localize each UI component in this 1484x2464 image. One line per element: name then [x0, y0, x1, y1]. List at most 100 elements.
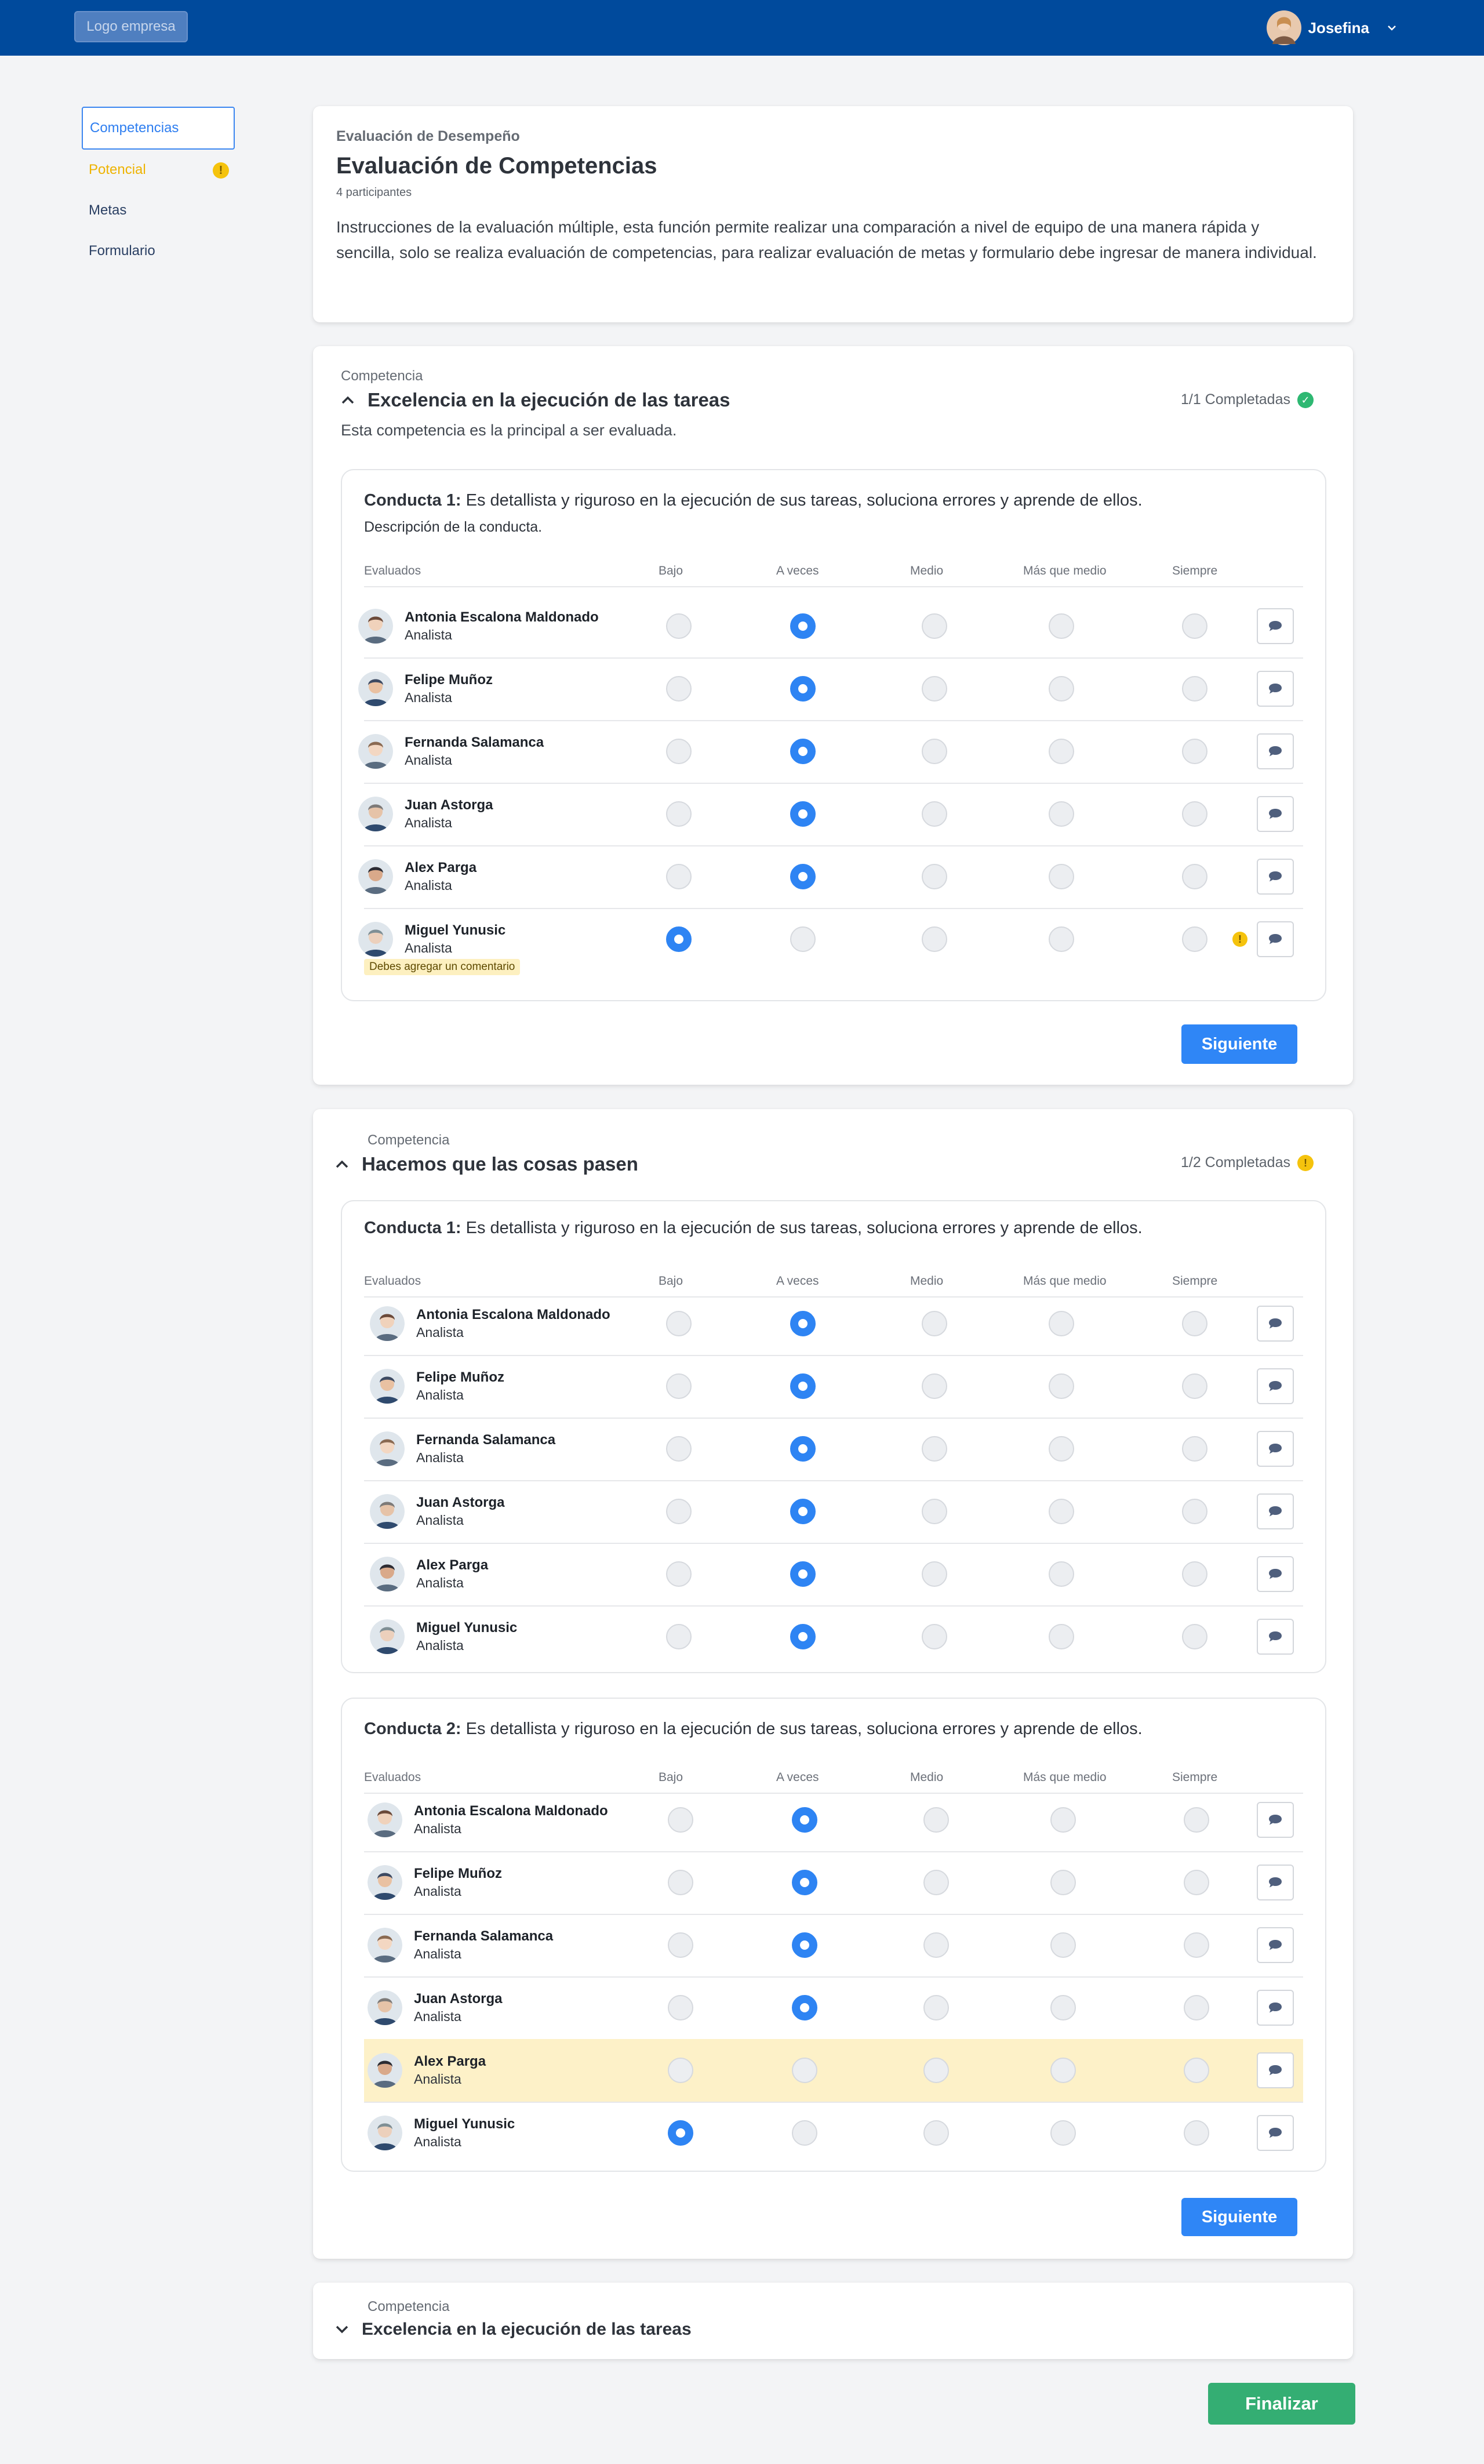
sidebar-item-formulario[interactable]: Formulario: [82, 231, 235, 271]
rating-radio[interactable]: [1182, 1561, 1207, 1587]
rating-radio[interactable]: [1182, 926, 1207, 952]
rating-radio[interactable]: [922, 1624, 947, 1649]
rating-radio[interactable]: [790, 1624, 816, 1649]
rating-radio[interactable]: [668, 2120, 693, 2146]
rating-radio[interactable]: [668, 1807, 693, 1833]
comment-button[interactable]: [1257, 859, 1294, 895]
rating-radio[interactable]: [668, 1995, 693, 2020]
comment-button[interactable]: [1257, 671, 1294, 707]
comment-button[interactable]: [1257, 1493, 1294, 1529]
comment-button[interactable]: [1257, 1431, 1294, 1467]
rating-radio[interactable]: [1049, 1624, 1074, 1649]
chevron-down-icon[interactable]: [335, 2323, 349, 2336]
rating-radio[interactable]: [666, 1373, 692, 1399]
comment-button[interactable]: [1257, 1368, 1294, 1404]
rating-radio[interactable]: [790, 1499, 816, 1524]
rating-radio[interactable]: [1050, 1932, 1076, 1958]
competency-title[interactable]: Excelencia en la ejecución de las tareas: [341, 389, 730, 411]
rating-radio[interactable]: [922, 926, 947, 952]
comment-button[interactable]: [1257, 1306, 1294, 1342]
comment-button[interactable]: [1257, 608, 1294, 644]
rating-radio[interactable]: [666, 1624, 692, 1649]
rating-radio[interactable]: [1049, 676, 1074, 702]
rating-radio[interactable]: [790, 864, 816, 889]
chevron-up-icon[interactable]: [341, 393, 355, 407]
rating-radio[interactable]: [1182, 864, 1207, 889]
comment-button[interactable]: [1257, 1619, 1294, 1655]
comment-button[interactable]: [1257, 2115, 1294, 2151]
next-button[interactable]: Siguiente: [1181, 2198, 1297, 2236]
rating-radio[interactable]: [923, 1932, 949, 1958]
sidebar-item-potencial[interactable]: Potencial !: [82, 150, 235, 190]
comment-button[interactable]: [1257, 1927, 1294, 1963]
sidebar-item-metas[interactable]: Metas: [82, 190, 235, 231]
rating-radio[interactable]: [666, 1436, 692, 1462]
rating-radio[interactable]: [790, 613, 816, 639]
rating-radio[interactable]: [1049, 1436, 1074, 1462]
rating-radio[interactable]: [668, 1932, 693, 1958]
rating-radio[interactable]: [668, 1870, 693, 1895]
rating-radio[interactable]: [922, 1561, 947, 1587]
rating-radio[interactable]: [1050, 1995, 1076, 2020]
rating-radio[interactable]: [790, 1311, 816, 1336]
rating-radio[interactable]: [1184, 1932, 1209, 1958]
rating-radio[interactable]: [922, 613, 947, 639]
comment-button[interactable]: [1257, 1865, 1294, 1900]
rating-radio[interactable]: [792, 1870, 817, 1895]
rating-radio[interactable]: [790, 1561, 816, 1587]
rating-radio[interactable]: [792, 1807, 817, 1833]
rating-radio[interactable]: [790, 926, 816, 952]
sidebar-item-competencias[interactable]: Competencias: [82, 107, 235, 150]
comment-button[interactable]: [1257, 1802, 1294, 1838]
rating-radio[interactable]: [792, 1995, 817, 2020]
rating-radio[interactable]: [922, 1311, 947, 1336]
rating-radio[interactable]: [1049, 1373, 1074, 1399]
rating-radio[interactable]: [666, 926, 692, 952]
rating-radio[interactable]: [1050, 1807, 1076, 1833]
rating-radio[interactable]: [922, 739, 947, 764]
rating-radio[interactable]: [1049, 1499, 1074, 1524]
comment-button[interactable]: [1257, 1556, 1294, 1592]
rating-radio[interactable]: [1182, 801, 1207, 827]
rating-radio[interactable]: [922, 864, 947, 889]
user-menu[interactable]: Josefina: [1266, 8, 1398, 48]
rating-radio[interactable]: [1184, 1870, 1209, 1895]
comment-button[interactable]: [1257, 733, 1294, 769]
rating-radio[interactable]: [1049, 864, 1074, 889]
rating-radio[interactable]: [1049, 926, 1074, 952]
comment-button[interactable]: [1257, 796, 1294, 832]
rating-radio[interactable]: [666, 739, 692, 764]
rating-radio[interactable]: [923, 1807, 949, 1833]
rating-radio[interactable]: [1184, 2120, 1209, 2146]
rating-radio[interactable]: [923, 2120, 949, 2146]
rating-radio[interactable]: [1050, 2058, 1076, 2083]
rating-radio[interactable]: [1182, 613, 1207, 639]
next-button[interactable]: Siguiente: [1181, 1024, 1297, 1064]
rating-radio[interactable]: [668, 2058, 693, 2083]
rating-radio[interactable]: [792, 2120, 817, 2146]
rating-radio[interactable]: [923, 1995, 949, 2020]
rating-radio[interactable]: [1182, 739, 1207, 764]
rating-radio[interactable]: [666, 1561, 692, 1587]
rating-radio[interactable]: [666, 864, 692, 889]
rating-radio[interactable]: [1049, 1561, 1074, 1587]
chevron-up-icon[interactable]: [335, 1157, 349, 1171]
rating-radio[interactable]: [1049, 801, 1074, 827]
competency-title[interactable]: Excelencia en la ejecución de las tareas: [335, 2320, 692, 2339]
company-logo[interactable]: Logo empresa: [74, 11, 188, 42]
rating-radio[interactable]: [922, 1436, 947, 1462]
rating-radio[interactable]: [790, 1373, 816, 1399]
rating-radio[interactable]: [1182, 1499, 1207, 1524]
rating-radio[interactable]: [792, 1932, 817, 1958]
rating-radio[interactable]: [790, 739, 816, 764]
rating-radio[interactable]: [1049, 1311, 1074, 1336]
rating-radio[interactable]: [922, 1373, 947, 1399]
rating-radio[interactable]: [1050, 1870, 1076, 1895]
rating-radio[interactable]: [666, 1499, 692, 1524]
comment-button[interactable]: [1257, 1990, 1294, 2026]
rating-radio[interactable]: [1049, 739, 1074, 764]
rating-radio[interactable]: [790, 1436, 816, 1462]
rating-radio[interactable]: [1050, 2120, 1076, 2146]
rating-radio[interactable]: [666, 1311, 692, 1336]
rating-radio[interactable]: [1182, 1311, 1207, 1336]
